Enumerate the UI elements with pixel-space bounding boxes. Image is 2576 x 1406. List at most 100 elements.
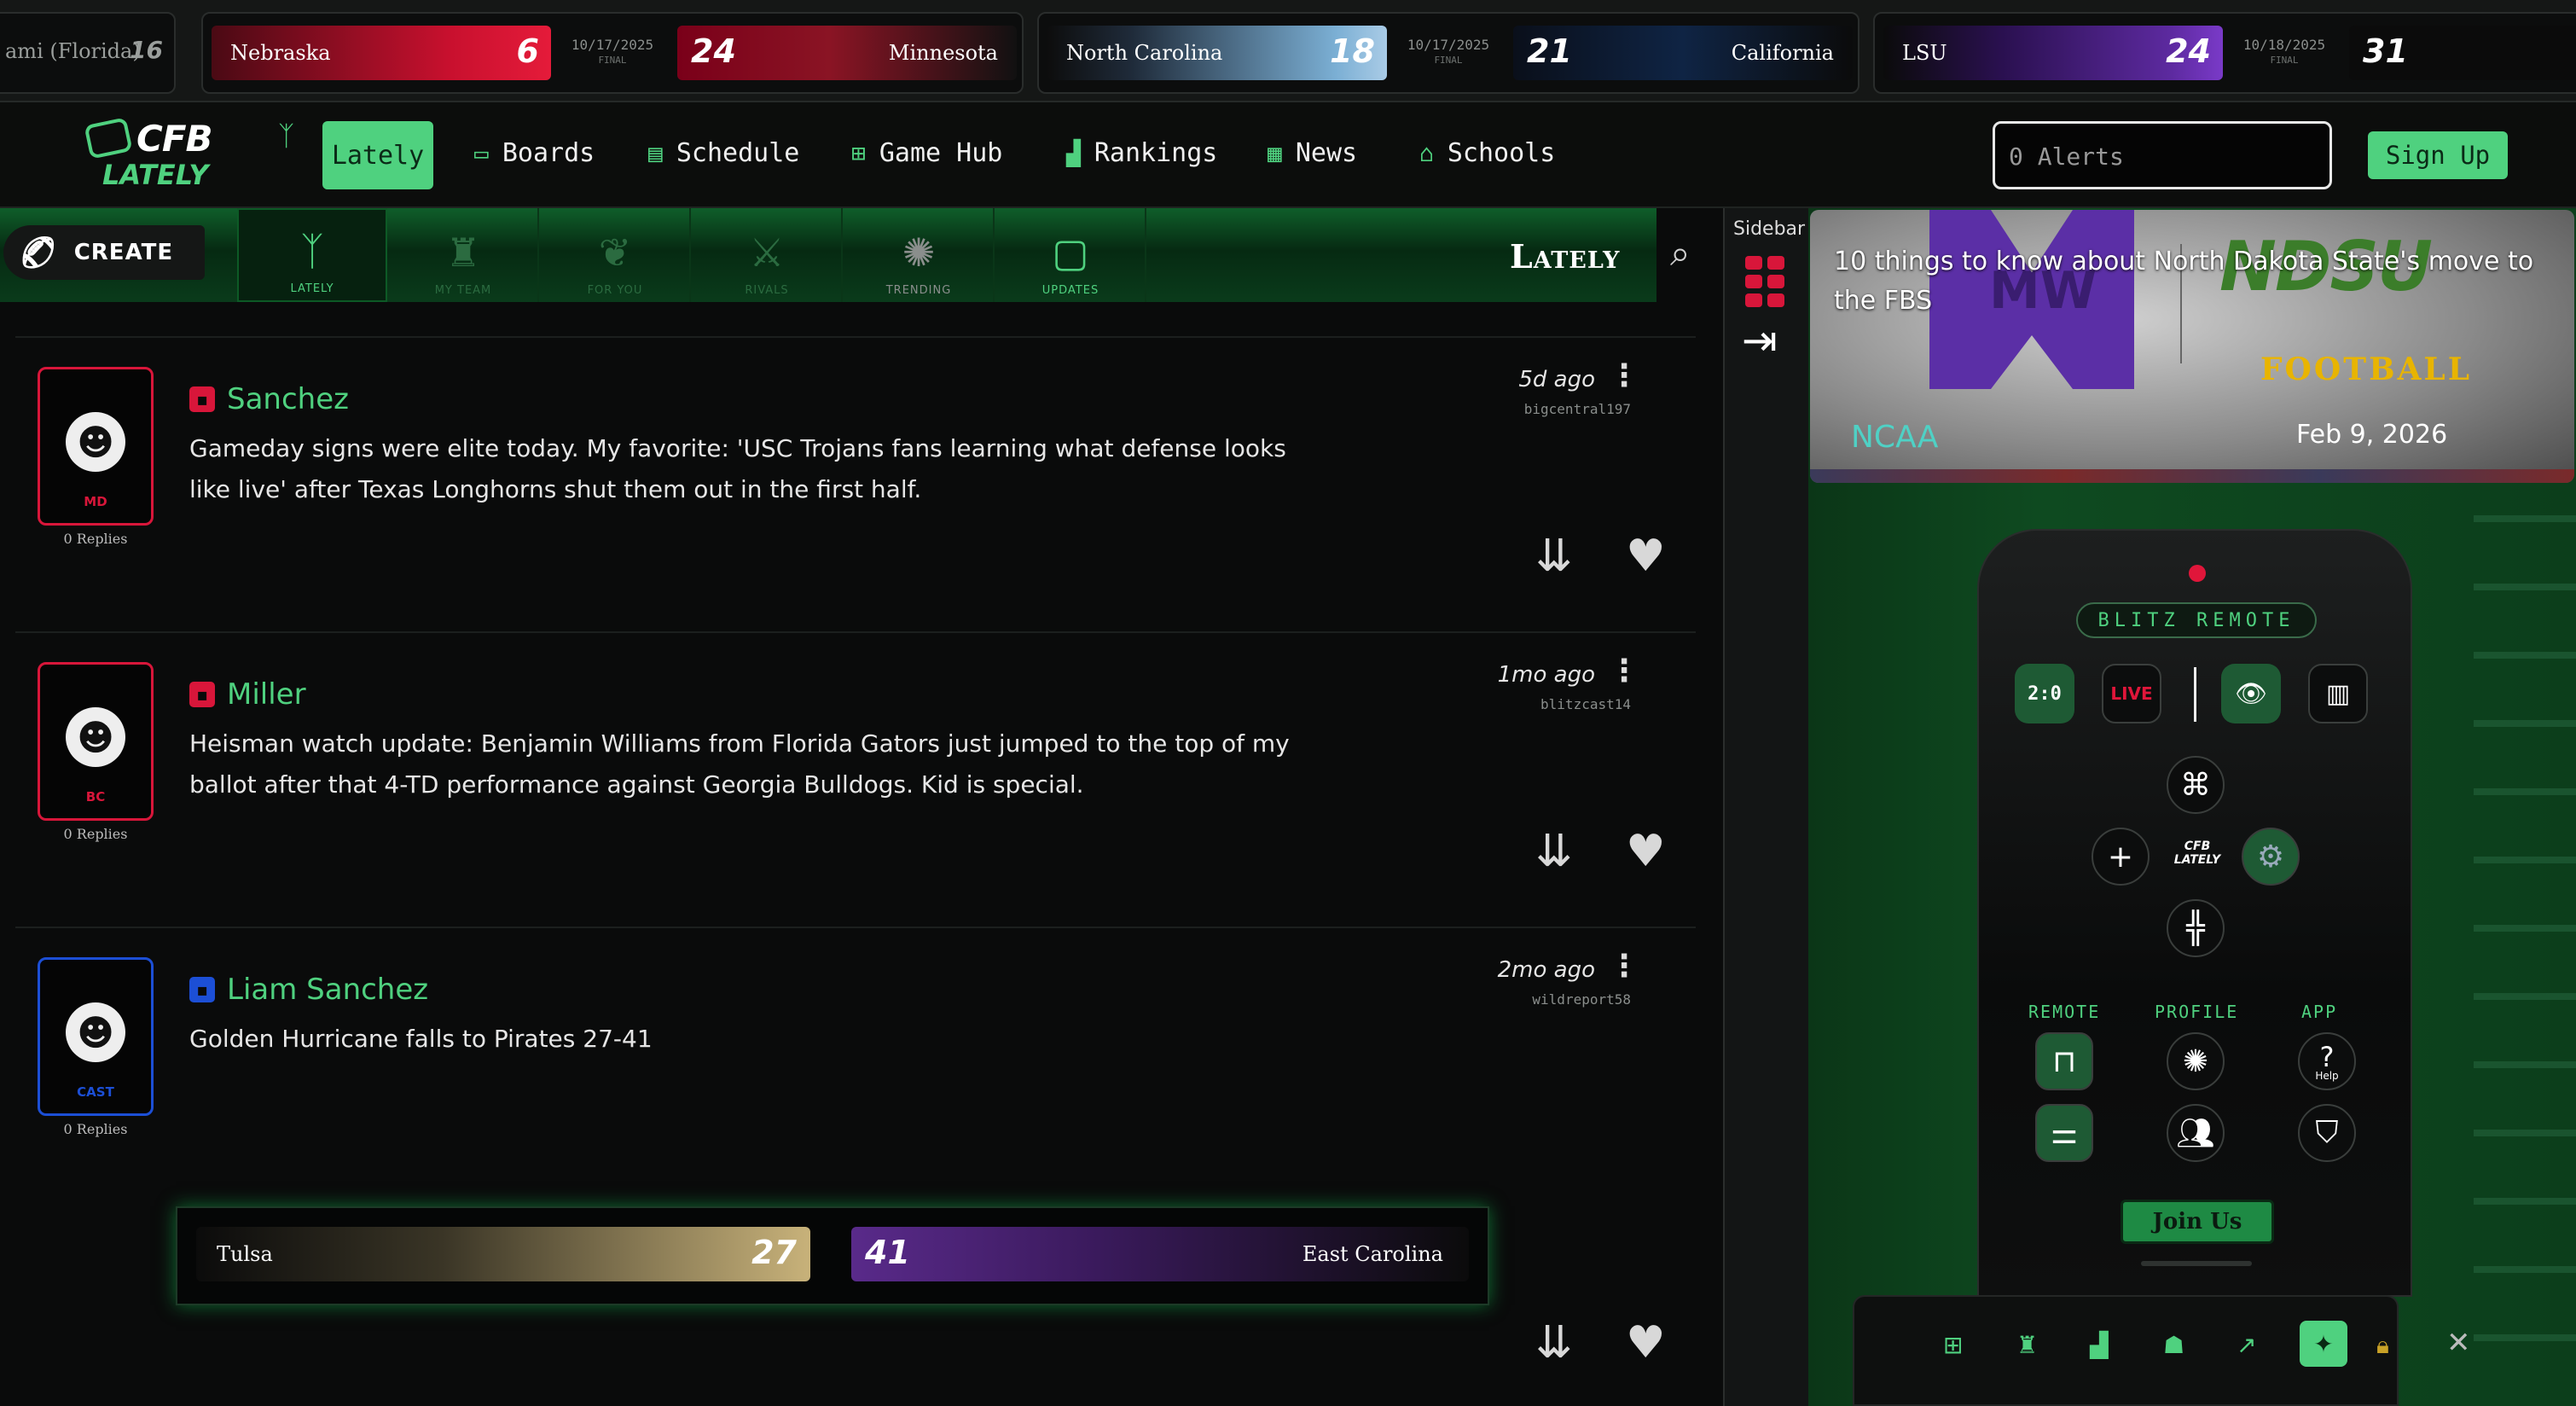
- feed-title: Lately: [1510, 237, 1621, 276]
- nav-rankings[interactable]: ▟ Rankings: [1066, 138, 1217, 168]
- logout-icon[interactable]: ⇥: [1742, 316, 1778, 365]
- post-author[interactable]: ▪ Sanchez: [189, 382, 349, 416]
- section-label-remote: REMOTE: [2028, 1002, 2101, 1022]
- ticker-score: 18: [1330, 32, 1375, 70]
- team-logo-icon[interactable]: ✺: [2167, 1032, 2225, 1090]
- alerts-field[interactable]: 0 Alerts: [1993, 121, 2332, 189]
- nav-schools[interactable]: ⌂ Schools: [1419, 138, 1555, 168]
- nav-lately-button[interactable]: Lately: [322, 121, 433, 189]
- home-team-bar: Tulsa 27: [196, 1227, 810, 1281]
- author-name: Liam Sanchez: [227, 973, 429, 1007]
- my-team-icon[interactable]: ♜: [2016, 1331, 2038, 1359]
- downvote-icon[interactable]: ⇊: [1535, 531, 1573, 582]
- post-handle: blitzcast14: [1540, 696, 1631, 712]
- ticker-score: 21: [1527, 32, 1572, 70]
- heart-icon[interactable]: ♥: [1626, 826, 1666, 877]
- tab-for-you[interactable]: ❦ FOR YOU: [541, 208, 691, 302]
- ticker-game-partial[interactable]: ami (Florida) 16: [0, 12, 176, 94]
- ticker-game[interactable]: Nebraska 6 10/17/2025 FINAL 24 Minnesota: [201, 12, 1024, 94]
- tab-my-team[interactable]: ♜ MY TEAM: [389, 208, 539, 302]
- heart-icon[interactable]: ♥: [1626, 1317, 1666, 1368]
- collapse-icon[interactable]: ╬: [2167, 899, 2225, 957]
- users-icon[interactable]: 👥︎: [2167, 1104, 2225, 1162]
- rankings-icon[interactable]: ▟: [2090, 1331, 2109, 1359]
- reply-count[interactable]: 0 Replies: [38, 531, 154, 547]
- tab-label: TRENDING: [885, 284, 952, 297]
- more-options-icon[interactable]: ⋮: [1609, 358, 1639, 393]
- tab-rivals[interactable]: ⚔ RIVALS: [693, 208, 843, 302]
- settings-gear-icon[interactable]: ⚙: [2242, 828, 2300, 886]
- football-player-icon: ☻: [66, 412, 125, 472]
- heart-icon[interactable]: ♥: [1626, 531, 1666, 582]
- news-headline: 10 things to know about North Dakota Sta…: [1834, 247, 2534, 316]
- lock-icon[interactable]: 🔒︎: [2376, 1331, 2389, 1360]
- avatar-tag: MD: [84, 494, 107, 509]
- barcode-icon[interactable]: ▥: [2308, 664, 2368, 723]
- create-button[interactable]: 🏈︎ Create: [3, 225, 205, 280]
- trending-icon[interactable]: ↗: [2237, 1331, 2256, 1359]
- toggles-icon[interactable]: ⚌: [2035, 1104, 2093, 1162]
- reply-count[interactable]: 0 Replies: [38, 1121, 154, 1137]
- ticker-away-team: 21 California: [1513, 26, 1853, 80]
- scoreboard-icon[interactable]: 2:0: [2015, 664, 2074, 723]
- create-label: Create: [73, 240, 174, 265]
- nav-game-hub[interactable]: ⊞ Game Hub: [851, 138, 1002, 168]
- ticker-game[interactable]: North Carolina 18 10/17/2025 FINAL 21 Cal…: [1037, 12, 1859, 94]
- ticker-team-name: Nebraska: [230, 41, 331, 65]
- ticker-home-team: Nebraska 6: [212, 26, 551, 80]
- ticker-team-name: LSU: [1902, 41, 1947, 65]
- post-author[interactable]: ▪ Liam Sanchez: [189, 973, 428, 1007]
- avatar[interactable]: ☻ MD: [38, 367, 154, 526]
- shield-icon[interactable]: ⛉: [2298, 1104, 2356, 1162]
- gamehub-icon[interactable]: ⊞: [1943, 1331, 1963, 1359]
- team-score: 41: [865, 1234, 910, 1271]
- close-icon[interactable]: ✕: [2446, 1326, 2471, 1360]
- game-result-card[interactable]: Tulsa 27 41 East Carolina: [176, 1206, 1489, 1305]
- search-icon[interactable]: ⌕: [1670, 232, 1691, 275]
- ticker-game[interactable]: LSU 24 10/18/2025FINAL 31 Va: [1873, 12, 2576, 94]
- downvote-icon[interactable]: ⇊: [1535, 1317, 1573, 1368]
- tab-updates[interactable]: ▢ UPDATES: [996, 208, 1146, 302]
- post-author[interactable]: ▪ Miller: [189, 677, 306, 712]
- plus-icon[interactable]: +: [2092, 828, 2150, 886]
- tab-lately[interactable]: ᛉ LATELY: [237, 208, 387, 302]
- join-us-button[interactable]: Join Us: [2121, 1200, 2274, 1244]
- more-options-icon[interactable]: ⋮: [1609, 654, 1639, 688]
- post-body: Heisman watch update: Benjamin Williams …: [189, 729, 1290, 799]
- sign-up-button[interactable]: Sign Up: [2368, 131, 2508, 179]
- my-team-icon: ♜: [445, 229, 481, 276]
- ticker-home-team: North Carolina 18: [1047, 26, 1387, 80]
- reply-count[interactable]: 0 Replies: [38, 826, 154, 842]
- avatar[interactable]: ☻ BC: [38, 662, 154, 821]
- watch-eye-icon[interactable]: 👁︎: [2221, 664, 2281, 723]
- for-you-icon: ❦: [598, 229, 632, 276]
- downvote-icon[interactable]: ⇊: [1535, 826, 1573, 877]
- nav-label: Schools: [1447, 138, 1556, 168]
- nav-boards[interactable]: ▭ Boards: [474, 138, 595, 168]
- home-indicator: [2141, 1261, 2252, 1266]
- nav-schedule[interactable]: ▤ Schedule: [648, 138, 799, 168]
- rivals-icon[interactable]: ☗: [2163, 1331, 2184, 1359]
- lately-icon: ᛉ: [278, 119, 295, 152]
- lately-icon: ᛉ: [300, 228, 324, 274]
- more-options-icon[interactable]: ⋮: [1609, 949, 1639, 984]
- news-date: Feb 9, 2026: [2296, 420, 2448, 450]
- user-badge-icon: ▪: [189, 682, 215, 707]
- cfb-lately-logo[interactable]: CFB LATELY: [78, 114, 215, 191]
- goalpost-icon[interactable]: ⊓: [2035, 1032, 2093, 1090]
- tab-trending[interactable]: ✺ TRENDING: [844, 208, 995, 302]
- grid-menu-icon[interactable]: [1745, 256, 1788, 307]
- nav-label: Rankings: [1094, 138, 1218, 168]
- news-icon: ▦: [1268, 139, 1282, 167]
- avatar[interactable]: ☻ CAST: [38, 957, 154, 1116]
- ticker-date: 10/17/2025 FINAL: [571, 37, 654, 67]
- post-time: 1mo ago: [1497, 662, 1595, 688]
- nav-news[interactable]: ▦ News: [1268, 138, 1357, 168]
- command-icon[interactable]: ⌘: [2167, 756, 2225, 814]
- live-button[interactable]: LIVE: [2102, 664, 2161, 723]
- rivals-icon: ⚔: [749, 229, 785, 276]
- main-nav: CFB LATELY ᛉ Lately ▭ Boards ▤ Schedule ⊞ G…: [0, 102, 2576, 208]
- football-icon[interactable]: ✦: [2300, 1321, 2347, 1367]
- help-button[interactable]: ? Help: [2298, 1032, 2356, 1090]
- news-card[interactable]: MW NDSU FOOTBALL 10 things to know about…: [1810, 210, 2574, 483]
